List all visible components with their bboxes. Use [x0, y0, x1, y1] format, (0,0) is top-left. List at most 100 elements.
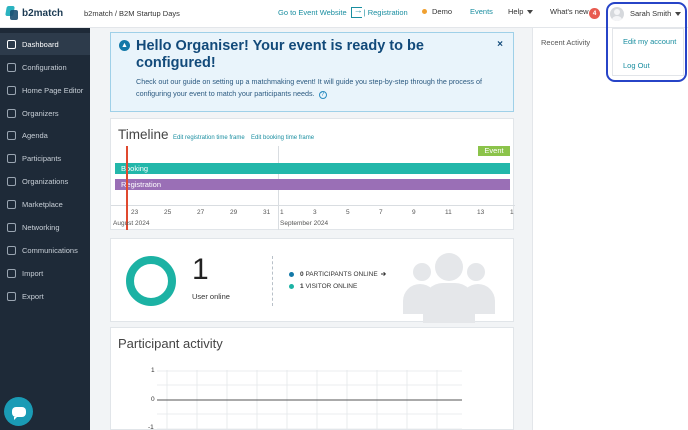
visitors-online-count: 1 [300, 283, 304, 290]
timeline-tick: 1 [510, 209, 514, 216]
export-icon [7, 291, 16, 301]
participant-activity-panel: Participant activity 1 0 -1 [110, 327, 514, 430]
sidebar-item-import[interactable]: Import [0, 262, 90, 284]
sidebar-item-configuration[interactable]: Configuration [0, 56, 90, 78]
sidebar-item-home-page-editor[interactable]: Home Page Editor [0, 79, 90, 101]
today-marker [126, 146, 128, 230]
brand-logo[interactable]: b2match [6, 6, 63, 20]
timeline-tick: 7 [379, 209, 383, 216]
recent-activity-title: Recent Activity [541, 38, 591, 47]
alert-body-text: Check out our guide on setting up a matc… [136, 77, 482, 98]
sidebar-item-networking[interactable]: Networking [0, 216, 90, 238]
registration-link[interactable]: | Registration [364, 8, 408, 17]
top-bar: b2match b2match / B2M Startup Days Go to… [0, 0, 688, 28]
users-online-count: 1 [192, 253, 209, 286]
timeline-tick: 9 [412, 209, 416, 216]
sidebar-item-label: Configuration [22, 62, 67, 72]
sidebar-item-label: Dashboard [22, 39, 59, 49]
alert-body: Check out our guide on setting up a matc… [136, 76, 506, 99]
chat-button[interactable] [4, 397, 33, 426]
participant-activity-chart [157, 370, 462, 430]
visitors-online-label: VISITOR ONLINE [305, 283, 358, 290]
welcome-alert: ▲ Hello Organiser! Your event is ready t… [110, 32, 514, 112]
recent-activity-panel: Recent Activity [532, 28, 688, 430]
timeline-tick: 27 [197, 209, 205, 216]
timeline-registration-bar[interactable]: Registration [115, 179, 510, 190]
y-tick-label: 1 [151, 367, 155, 374]
sidebar: Dashboard Configuration Home Page Editor… [0, 28, 90, 430]
whats-new-button[interactable]: What's new [550, 7, 589, 16]
timeline-tick: 25 [164, 209, 172, 216]
sidebar-item-label: Home Page Editor [22, 85, 84, 95]
configuration-icon [7, 62, 16, 72]
timeline-booking-bar[interactable]: Booking [115, 163, 510, 174]
organizers-icon [7, 108, 16, 118]
participants-icon [7, 153, 16, 163]
participants-online-link[interactable]: 0 PARTICIPANTS ONLINE ➔ [289, 270, 386, 278]
organizations-icon [7, 176, 16, 186]
chevron-down-icon [527, 9, 534, 14]
participants-dot-icon [289, 271, 294, 277]
participants-online-label: PARTICIPANTS ONLINE [305, 270, 378, 278]
timeline-tick: 11 [445, 209, 452, 216]
sidebar-item-organizers[interactable]: Organizers [0, 102, 90, 124]
communications-icon [7, 245, 16, 255]
import-icon [7, 268, 16, 278]
networking-icon [7, 222, 16, 232]
go-to-event-label: Go to Event Website [278, 8, 347, 17]
help-circle-icon[interactable]: ? [318, 90, 327, 99]
sidebar-item-marketplace[interactable]: Marketplace [0, 193, 90, 215]
demo-indicator[interactable]: Demo [422, 7, 452, 16]
sidebar-item-agenda[interactable]: Agenda [0, 124, 90, 146]
timeline-panel: Timeline Edit registration time frame Ed… [110, 118, 515, 230]
users-online-panel: 1 User online 0 PARTICIPANTS ONLINE ➔ 1 … [110, 238, 514, 323]
users-online-donut [126, 256, 176, 306]
participants-online-count: 0 [300, 270, 304, 278]
sidebar-item-label: Organizations [22, 176, 69, 186]
people-group-icon [399, 251, 499, 323]
sidebar-item-dashboard[interactable]: Dashboard [0, 33, 90, 55]
help-menu[interactable]: Help [508, 7, 534, 16]
timeline-tick: 3 [313, 209, 317, 216]
divider [272, 256, 273, 306]
sidebar-item-label: Networking [22, 222, 60, 232]
timeline-event-bar[interactable]: Event [478, 146, 510, 156]
brand-name: b2match [22, 7, 64, 19]
chat-bubble-icon [11, 406, 26, 420]
sidebar-item-label: Marketplace [22, 199, 63, 209]
edit-registration-time-frame-link[interactable]: Edit registration time frame [173, 135, 245, 141]
users-online-label: User online [192, 292, 230, 301]
sidebar-item-label: Export [22, 291, 44, 301]
demo-label: Demo [432, 7, 453, 16]
events-link[interactable]: Events [470, 7, 493, 16]
visitors-dot-icon [289, 284, 294, 289]
sidebar-item-label: Participants [22, 153, 62, 163]
demo-status-dot-icon [422, 9, 427, 14]
timeline-title: Timeline [118, 127, 169, 142]
agenda-icon [7, 130, 16, 140]
arrow-right-icon: ➔ [380, 271, 387, 278]
sidebar-item-organizations[interactable]: Organizations [0, 170, 90, 192]
timeline-tick: 1 [280, 209, 284, 216]
timeline-month: September 2024 [280, 220, 329, 227]
b2match-logo-icon [6, 6, 18, 20]
edit-booking-time-frame-link[interactable]: Edit booking time frame [251, 135, 314, 141]
help-label: Help [508, 7, 524, 16]
go-to-event-website-link[interactable]: Go to Event Website | Registration [278, 5, 408, 18]
sidebar-item-label: Import [22, 268, 44, 278]
timeline-tick: 23 [131, 209, 139, 216]
breadcrumb: b2match / B2M Startup Days [84, 9, 180, 18]
sidebar-item-export[interactable]: Export [0, 285, 90, 307]
timeline-tick: 29 [230, 209, 238, 216]
dashboard-icon [7, 39, 16, 49]
sidebar-item-communications[interactable]: Communications [0, 239, 90, 261]
info-icon: ▲ [119, 40, 130, 51]
dropdown-highlight-outline [606, 2, 687, 82]
close-icon[interactable]: × [497, 39, 503, 50]
home-page-editor-icon [7, 85, 16, 95]
exit-icon [350, 5, 363, 18]
sidebar-item-participants[interactable]: Participants [0, 147, 90, 169]
timeline-month: August 2024 [113, 220, 150, 227]
sidebar-item-label: Organizers [22, 108, 59, 118]
y-tick-label: -1 [148, 424, 154, 430]
